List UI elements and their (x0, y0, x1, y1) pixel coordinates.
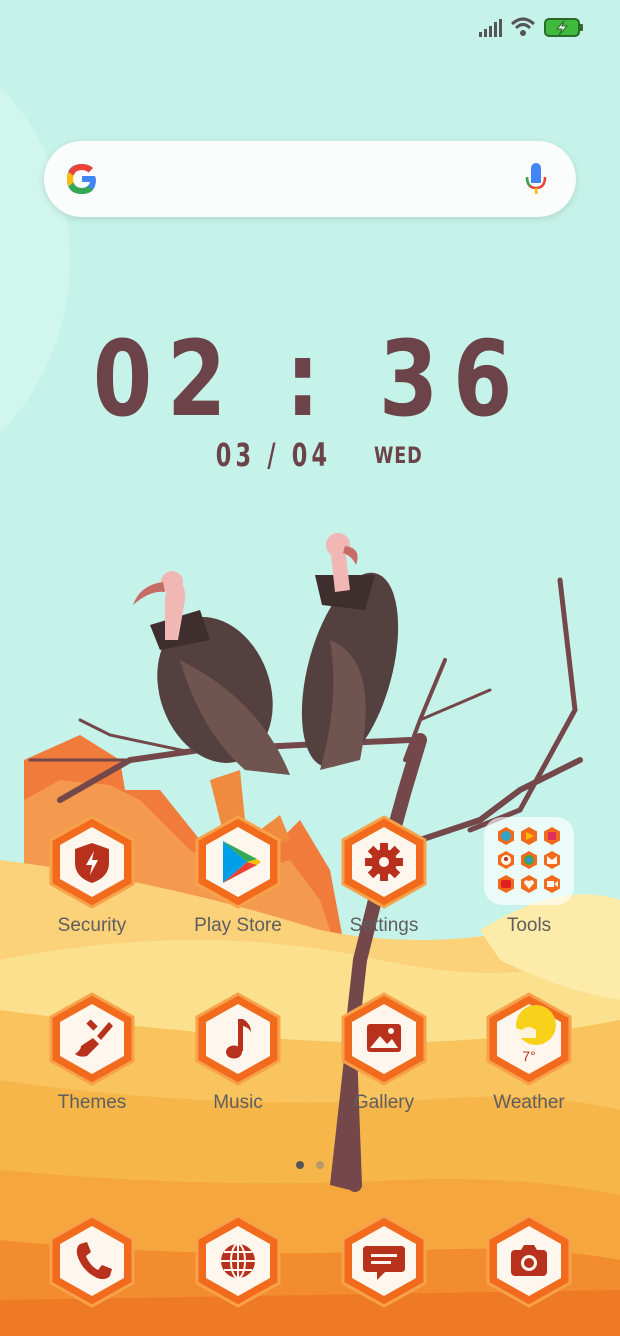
security-hex (47, 815, 137, 909)
signal-icon (479, 19, 502, 37)
play-store-icon (223, 841, 261, 883)
folder-background (484, 817, 574, 905)
camera-hex (484, 1214, 574, 1308)
wifi-icon (510, 17, 536, 36)
app-music[interactable]: Music (173, 992, 303, 1114)
globe-icon (221, 1243, 255, 1279)
gear-icon (365, 843, 403, 881)
app-security[interactable]: Security (27, 815, 157, 937)
sun-icon (508, 1005, 556, 1045)
app-label: Play Store (194, 915, 282, 936)
messages-hex (339, 1214, 429, 1308)
app-settings[interactable]: Settings (319, 815, 449, 937)
weekday-text: WED (374, 444, 423, 469)
app-label: Weather (493, 1092, 565, 1113)
page-indicator (296, 1161, 324, 1169)
app-label: Gallery (353, 1092, 415, 1113)
paintbrush-icon (75, 1019, 113, 1057)
dock-browser[interactable] (173, 1214, 303, 1308)
app-label: Themes (57, 1092, 127, 1113)
play-store-hex (193, 815, 283, 909)
dock-messages[interactable] (319, 1214, 449, 1308)
themes-hex (47, 992, 137, 1086)
app-label: Tools (506, 915, 552, 936)
microphone-icon[interactable] (524, 161, 548, 197)
app-themes[interactable]: Themes (27, 992, 157, 1114)
gallery-hex (339, 992, 429, 1086)
dock-phone[interactable] (27, 1214, 157, 1308)
phone-hex (47, 1214, 137, 1308)
app-label: Settings (349, 915, 419, 936)
clock-time[interactable]: 02 : 36 (56, 318, 564, 440)
app-play-store[interactable]: Play Store (173, 815, 303, 937)
app-gallery[interactable]: Gallery (319, 992, 449, 1114)
image-icon (367, 1024, 401, 1052)
music-note-icon (226, 1019, 251, 1059)
music-hex (193, 992, 283, 1086)
weather-hex: 7° (484, 992, 574, 1086)
shield-icon (75, 843, 109, 883)
app-label: Security (57, 915, 127, 936)
status-bar (0, 0, 620, 56)
tools-folder (484, 815, 574, 909)
google-g-icon (67, 164, 96, 194)
settings-hex (339, 815, 429, 909)
weather-temperature: 7° (522, 1048, 536, 1064)
dock-camera[interactable] (464, 1214, 594, 1308)
clock-date: 03 / 04 WED (0, 436, 620, 474)
google-search-bar[interactable] (44, 141, 576, 217)
folder-tools[interactable]: Tools (464, 815, 594, 937)
browser-hex (193, 1214, 283, 1308)
app-label: Music (213, 1092, 263, 1113)
app-weather[interactable]: 7° Weather (464, 992, 594, 1114)
date-text: 03 / 04 (216, 436, 332, 474)
phone-icon (76, 1242, 112, 1280)
battery-charging-icon (544, 18, 583, 37)
camera-icon (511, 1245, 547, 1276)
chat-bubble-icon (363, 1246, 405, 1280)
